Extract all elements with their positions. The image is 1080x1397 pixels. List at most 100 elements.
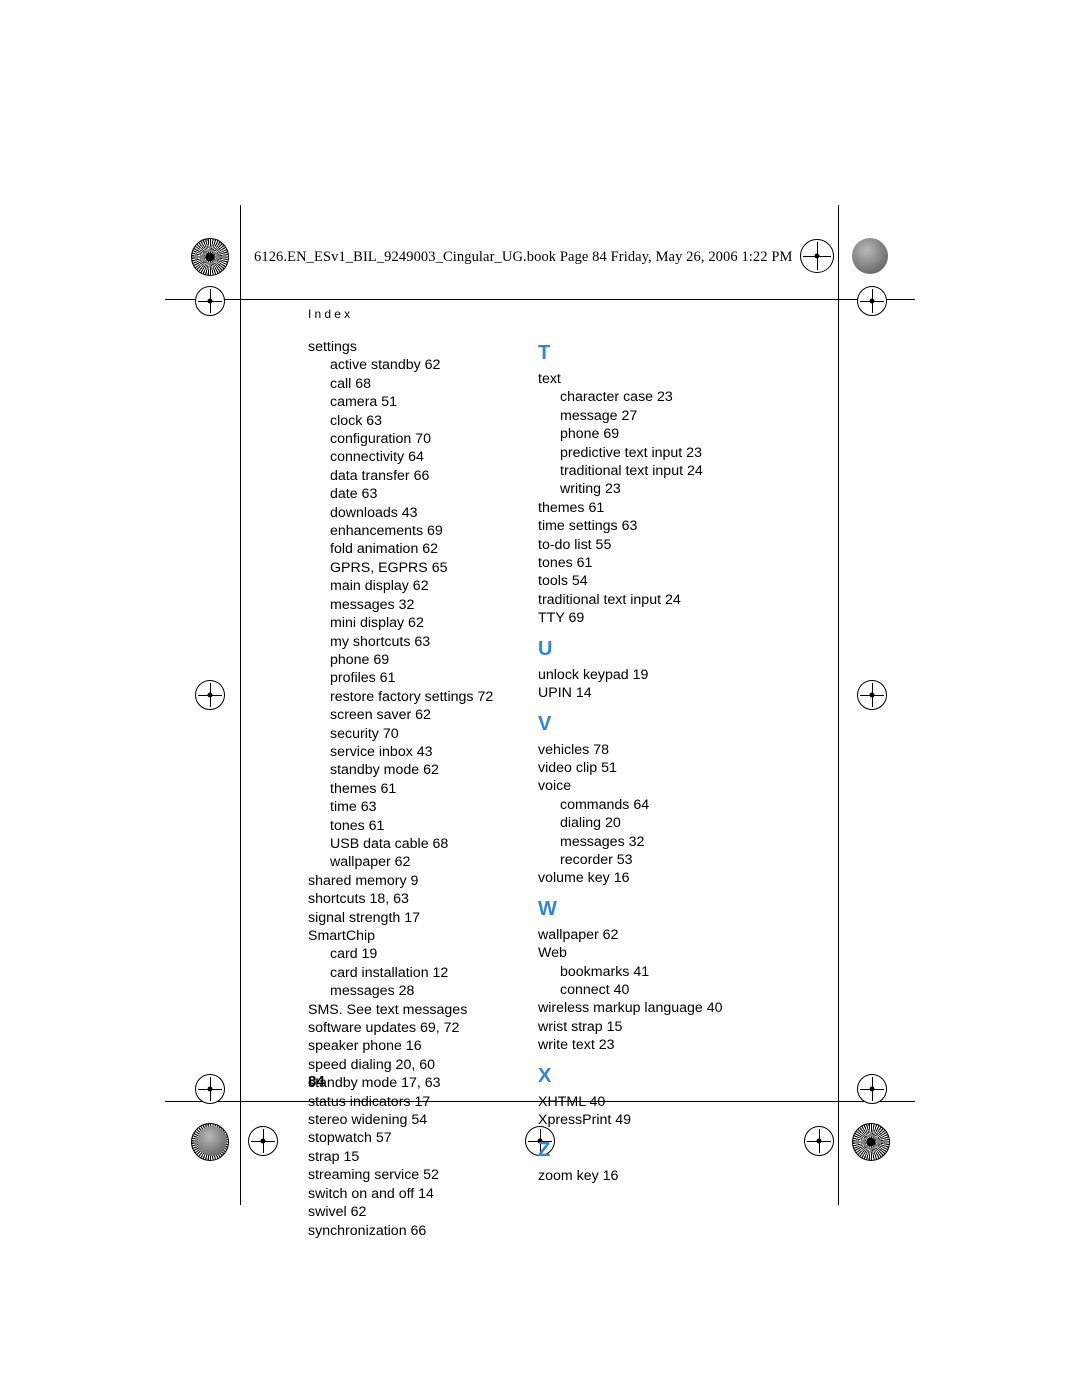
index-entry: speed dialing 20, 60 — [308, 1056, 436, 1073]
index-entry: main display 62 — [330, 578, 429, 595]
index-entry: USB data cable 68 — [330, 835, 449, 852]
index-entry: signal strength 17 — [308, 909, 420, 926]
crop-line-vertical-left — [240, 205, 241, 1205]
index-entry: strap 15 — [308, 1148, 360, 1165]
index-entry: wallpaper 62 — [538, 926, 619, 943]
index-entry: character case 23 — [560, 389, 673, 406]
running-head: Index — [308, 307, 354, 321]
index-letter-heading: U — [538, 637, 553, 660]
index-entry: volume key 16 — [538, 870, 630, 887]
index-letter-heading: V — [538, 712, 552, 735]
index-entry: service inbox 43 — [330, 743, 433, 760]
index-entry: to-do list 55 — [538, 536, 612, 553]
registration-mark-left-middle — [195, 680, 225, 710]
index-entry: fold animation 62 — [330, 541, 439, 558]
index-entry: shortcuts 18, 63 — [308, 891, 409, 908]
index-letter-heading: Z — [538, 1139, 551, 1162]
index-letter-heading: W — [538, 897, 557, 920]
index-entry: standby mode 62 — [330, 762, 439, 779]
index-letter-heading: X — [538, 1064, 552, 1087]
index-entry: messages 32 — [560, 833, 645, 850]
index-entry: connectivity 64 — [330, 449, 424, 466]
index-entry: write text 23 — [538, 1037, 615, 1054]
index-entry: wrist strap 15 — [538, 1018, 623, 1035]
index-column-right: Ttext character case 23 message 27 phone 69… — [538, 338, 768, 1186]
index-entry: date 63 — [330, 486, 378, 503]
index-entry: my shortcuts 63 — [330, 633, 431, 650]
index-entry: SMS. See text messages — [308, 1001, 468, 1018]
registration-starburst-top-left — [191, 238, 229, 276]
index-entry: traditional text input 24 — [560, 463, 703, 480]
index-entry: video clip 51 — [538, 759, 617, 776]
index-entry: speaker phone 16 — [308, 1038, 422, 1055]
index-entry: XpressPrint 49 — [538, 1112, 632, 1128]
registration-starburst-bottom-right — [852, 1123, 890, 1161]
registration-mark-right-lower — [857, 1074, 887, 1104]
registration-mark-top-left — [800, 239, 834, 273]
index-entry: call 68 — [330, 375, 372, 392]
index-entry: clock 63 — [330, 412, 383, 429]
index-entry: SmartChip — [308, 928, 376, 944]
index-entry: wallpaper 62 — [330, 854, 411, 871]
index-entry: downloads 43 — [330, 504, 418, 521]
index-entry: streaming service 52 — [308, 1167, 439, 1184]
index-entry: screen saver 62 — [330, 707, 431, 724]
file-stamp: 6126.EN_ESv1_BIL_9249003_Cingular_UG.boo… — [254, 249, 793, 265]
gray-dot-bottom-left — [197, 1126, 227, 1156]
index-entry: writing 23 — [560, 481, 621, 498]
index-entry: synchronization 66 — [308, 1222, 427, 1239]
index-entry: recorder 53 — [560, 851, 633, 868]
index-letter-heading: T — [538, 342, 551, 364]
index-entry: phone 69 — [560, 426, 620, 443]
index-entry: themes 61 — [538, 499, 605, 516]
index-entry: shared memory 9 — [308, 872, 419, 889]
index-entry: commands 64 — [560, 796, 650, 813]
gray-dot-top-right — [852, 238, 888, 274]
index-entry: wireless markup language 40 — [538, 1000, 723, 1017]
registration-mark-left-upper — [195, 286, 225, 316]
index-entry: standby mode 17, 63 — [308, 1075, 441, 1092]
index-entry: card installation 12 — [330, 964, 449, 981]
registration-mark-right-upper — [857, 286, 887, 316]
index-entry: software updates 69, 72 — [308, 1020, 460, 1037]
registration-mark-right-middle — [857, 680, 887, 710]
page-number: 84 — [308, 1073, 325, 1090]
index-entry: data transfer 66 — [330, 467, 430, 484]
crop-line-vertical-right — [838, 205, 839, 1205]
index-entry: security 70 — [330, 725, 399, 742]
registration-mark-left-lower — [195, 1074, 225, 1104]
index-entry: voice — [538, 778, 572, 795]
index-entry: message 27 — [560, 407, 638, 424]
index-entry: status indicators 17 — [308, 1093, 431, 1110]
index-entry: UPIN 14 — [538, 685, 592, 702]
index-entry: messages 32 — [330, 596, 415, 613]
index-entry: enhancements 69 — [330, 523, 443, 540]
index-entry: zoom key 16 — [538, 1168, 619, 1185]
index-entry: restore factory settings 72 — [330, 688, 494, 705]
index-entry: connect 40 — [560, 981, 630, 998]
index-entry: GPRS, EGPRS 65 — [330, 559, 448, 576]
index-entry: dialing 20 — [560, 815, 621, 832]
index-column-left: settings active standby 62 call 68 camera 5… — [308, 338, 528, 1240]
index-entry: profiles 61 — [330, 670, 396, 687]
index-entry: active standby 62 — [330, 357, 441, 374]
index-entry: TTY 69 — [538, 610, 585, 627]
index-entry: bookmarks 41 — [560, 963, 650, 980]
index-entry: mini display 62 — [330, 615, 424, 632]
index-entry: Web — [538, 945, 567, 962]
index-entry: stopwatch 57 — [308, 1130, 392, 1147]
index-entry: switch on and off 14 — [308, 1185, 434, 1202]
index-entry: tones 61 — [538, 555, 593, 572]
index-entry: settings — [308, 339, 357, 355]
index-entry: themes 61 — [330, 780, 397, 797]
index-entry: unlock keypad 19 — [538, 666, 649, 683]
crop-line-horizontal-top — [165, 299, 915, 300]
index-entry: phone 69 — [330, 651, 390, 668]
index-entry: vehicles 78 — [538, 741, 609, 758]
index-entry: stereo widening 54 — [308, 1112, 428, 1129]
index-entry: tones 61 — [330, 817, 385, 834]
index-entry: time settings 63 — [538, 518, 638, 535]
index-entry: text — [538, 371, 561, 387]
index-entry: tools 54 — [538, 573, 588, 590]
index-entry: camera 51 — [330, 394, 398, 411]
